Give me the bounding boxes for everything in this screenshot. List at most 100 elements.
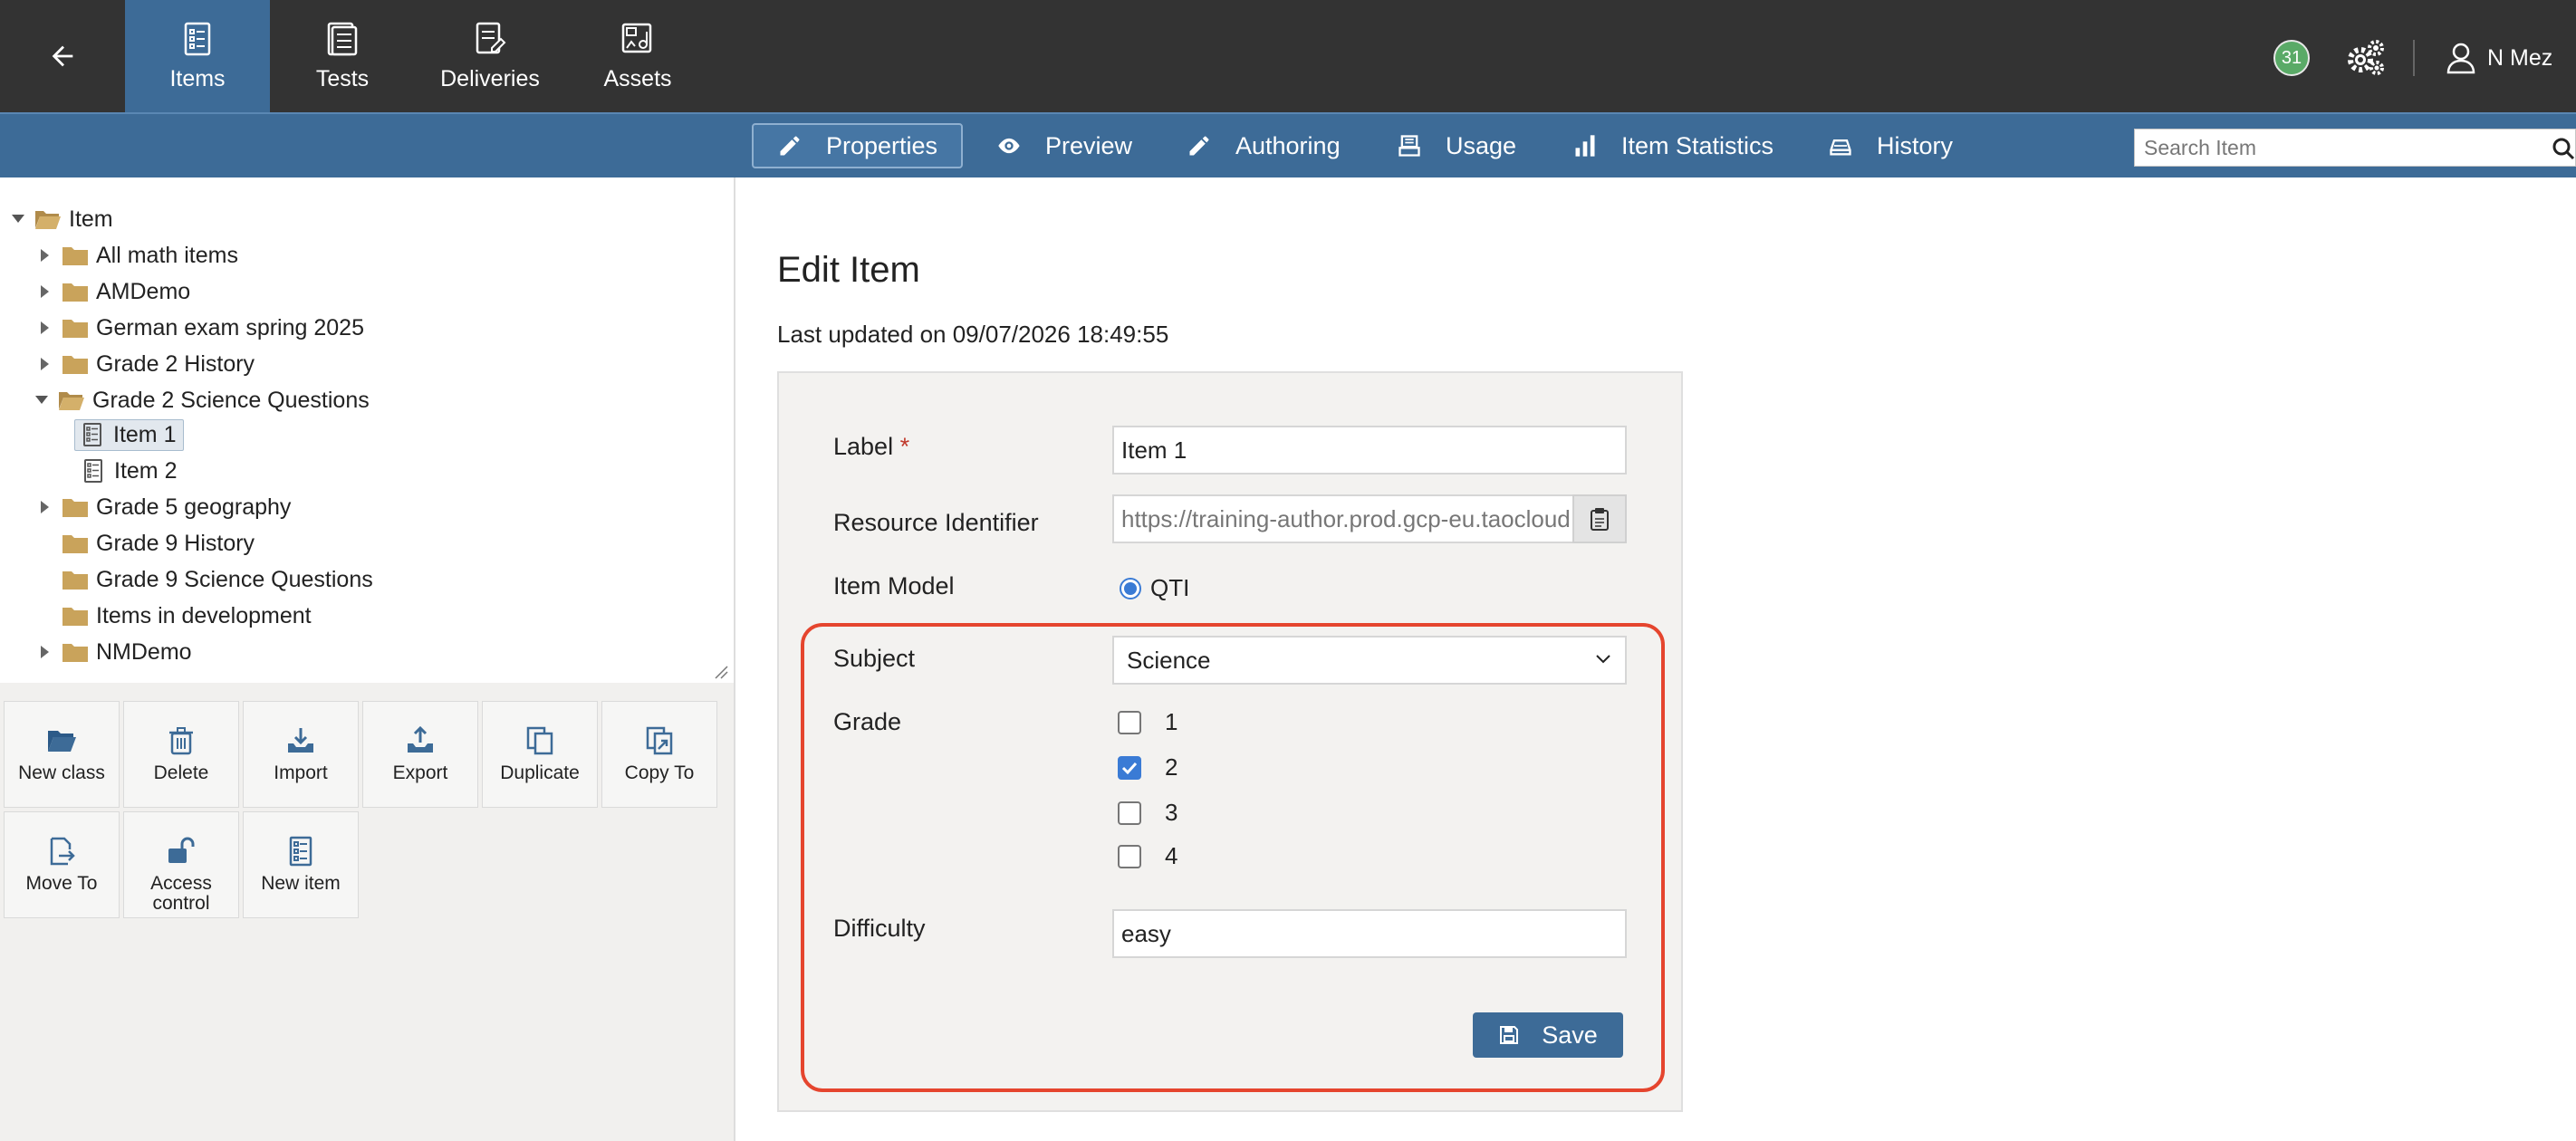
label-input[interactable] bbox=[1112, 426, 1627, 475]
tree-leaf-label: Item 2 bbox=[114, 457, 178, 484]
move-to-icon bbox=[50, 837, 75, 866]
topbar-divider bbox=[2413, 40, 2415, 76]
grade-checkbox-3[interactable]: 3 bbox=[1118, 799, 1177, 827]
subject-select[interactable]: Science bbox=[1112, 636, 1627, 685]
folder-open-icon bbox=[59, 392, 84, 410]
nav-tests-label: Tests bbox=[315, 65, 370, 91]
new-item-button[interactable]: New item bbox=[243, 811, 359, 918]
access-control-button[interactable]: Access control bbox=[123, 811, 239, 918]
item-icon bbox=[83, 423, 101, 446]
import-icon bbox=[288, 728, 313, 753]
save-button[interactable]: Save bbox=[1473, 1012, 1623, 1058]
import-button[interactable]: Import bbox=[243, 701, 359, 808]
delete-button[interactable]: Delete bbox=[123, 701, 239, 808]
tree-node[interactable]: Grade 5 geography bbox=[38, 489, 291, 525]
tab-item-statistics[interactable]: Item Statistics bbox=[1549, 123, 1797, 168]
eye-icon bbox=[998, 138, 1020, 154]
folder-icon bbox=[62, 608, 88, 626]
page-title: Edit Item bbox=[777, 250, 920, 290]
back-button[interactable] bbox=[0, 0, 125, 112]
tree-node[interactable]: Grade 2 Science Questions bbox=[34, 382, 370, 418]
checkbox-unchecked-icon bbox=[1118, 844, 1141, 868]
difficulty-input[interactable] bbox=[1112, 909, 1627, 958]
tree-node[interactable]: Grade 9 History bbox=[62, 525, 255, 561]
tree-node[interactable]: AMDemo bbox=[38, 273, 190, 310]
trash-icon bbox=[169, 727, 193, 755]
tree-root[interactable]: Item bbox=[11, 201, 113, 237]
expand-arrow-right-icon[interactable] bbox=[38, 357, 53, 371]
tab-authoring[interactable]: Authoring bbox=[1163, 123, 1364, 168]
resource-identifier-field[interactable]: https://training-author.prod.gcp-eu.taoc… bbox=[1112, 494, 1574, 543]
tests-icon bbox=[327, 22, 358, 55]
tab-preview-label: Preview bbox=[1045, 131, 1133, 159]
tree-node[interactable]: Grade 2 History bbox=[38, 346, 255, 382]
tab-history-label: History bbox=[1877, 131, 1954, 159]
nav-assets[interactable]: Assets bbox=[565, 0, 710, 112]
last-updated-text: Last updated on 09/07/2026 18:49:55 bbox=[777, 321, 1169, 348]
checkbox-unchecked-icon bbox=[1118, 710, 1141, 734]
edit-item-form bbox=[777, 371, 1683, 1112]
grade-checkbox-2[interactable]: 2 bbox=[1118, 753, 1177, 781]
duplicate-button[interactable]: Duplicate bbox=[482, 701, 598, 808]
tab-usage-label: Usage bbox=[1446, 131, 1517, 159]
settings-gears-icon[interactable] bbox=[2344, 38, 2386, 76]
tab-authoring-label: Authoring bbox=[1235, 131, 1341, 159]
action-label: Import bbox=[274, 762, 328, 783]
nav-items[interactable]: Items bbox=[125, 0, 270, 112]
tab-history[interactable]: History bbox=[1804, 123, 1976, 168]
user-icon bbox=[2446, 43, 2475, 74]
folder-icon bbox=[62, 571, 88, 590]
grade-checkbox-4[interactable]: 4 bbox=[1118, 842, 1177, 870]
copy-clipboard-button[interactable] bbox=[1572, 494, 1627, 543]
expand-arrow-right-icon[interactable] bbox=[38, 500, 53, 514]
user-name: N Mez bbox=[2487, 44, 2553, 71]
tree-node[interactable]: All math items bbox=[38, 237, 238, 273]
nav-deliveries[interactable]: Deliveries bbox=[415, 0, 565, 112]
resize-handle-icon[interactable] bbox=[714, 665, 728, 679]
tab-usage[interactable]: Usage bbox=[1373, 123, 1540, 168]
grade-option-label: 2 bbox=[1165, 753, 1178, 781]
floppy-disk-icon bbox=[1500, 1026, 1519, 1044]
copy-to-button[interactable]: Copy To bbox=[601, 701, 717, 808]
nav-tests[interactable]: Tests bbox=[270, 0, 415, 112]
tree-node[interactable]: NMDemo bbox=[38, 634, 192, 670]
user-menu[interactable]: N Mez bbox=[2446, 40, 2552, 76]
folder-open-icon bbox=[35, 211, 61, 229]
grade-option-label: 3 bbox=[1165, 799, 1178, 826]
folder-open-icon bbox=[48, 731, 76, 752]
item-model-radio-qti[interactable]: QTI bbox=[1120, 574, 1189, 602]
grade-checkbox-1[interactable]: 1 bbox=[1118, 708, 1177, 736]
expand-arrow-down-icon[interactable] bbox=[11, 212, 25, 226]
tree-node[interactable]: Items in development bbox=[62, 598, 312, 634]
action-label: Export bbox=[392, 762, 448, 783]
action-label: Copy To bbox=[624, 762, 695, 783]
export-button[interactable]: Export bbox=[362, 701, 478, 808]
nav-assets-label: Assets bbox=[603, 65, 672, 91]
class-tree-panel: Item All math items AMDemo German exam s… bbox=[0, 177, 735, 683]
new-class-button[interactable]: New class bbox=[4, 701, 120, 808]
expand-arrow-right-icon[interactable] bbox=[38, 248, 53, 263]
expand-arrow-right-icon[interactable] bbox=[38, 645, 53, 659]
tree-leaf-item[interactable]: Item 2 bbox=[83, 453, 177, 489]
nav-items-label: Items bbox=[169, 65, 226, 91]
expand-arrow-right-icon[interactable] bbox=[38, 284, 53, 299]
move-to-button[interactable]: Move To bbox=[4, 811, 120, 918]
action-label: New class bbox=[18, 762, 105, 783]
expand-arrow-right-icon[interactable] bbox=[38, 321, 53, 335]
tab-properties[interactable]: Properties bbox=[752, 123, 964, 168]
expand-arrow-down-icon[interactable] bbox=[34, 393, 49, 408]
action-label: Duplicate bbox=[500, 762, 580, 783]
search-icon[interactable] bbox=[2552, 137, 2575, 160]
grade-label: Grade bbox=[833, 708, 902, 735]
tree-leaf-item[interactable]: Item 1 bbox=[74, 417, 185, 453]
tab-preview[interactable]: Preview bbox=[973, 123, 1156, 168]
notification-badge[interactable]: 31 bbox=[2273, 40, 2310, 76]
item-icon bbox=[84, 459, 102, 483]
subject-value: Science bbox=[1127, 646, 1211, 674]
action-label: Move To bbox=[25, 873, 98, 894]
tree-node[interactable]: Grade 9 Science Questions bbox=[62, 561, 373, 598]
tree-node[interactable]: German exam spring 2025 bbox=[38, 310, 364, 346]
lock-icon bbox=[168, 837, 195, 863]
radio-selected-icon bbox=[1120, 577, 1141, 599]
search-input[interactable] bbox=[2144, 135, 2533, 160]
